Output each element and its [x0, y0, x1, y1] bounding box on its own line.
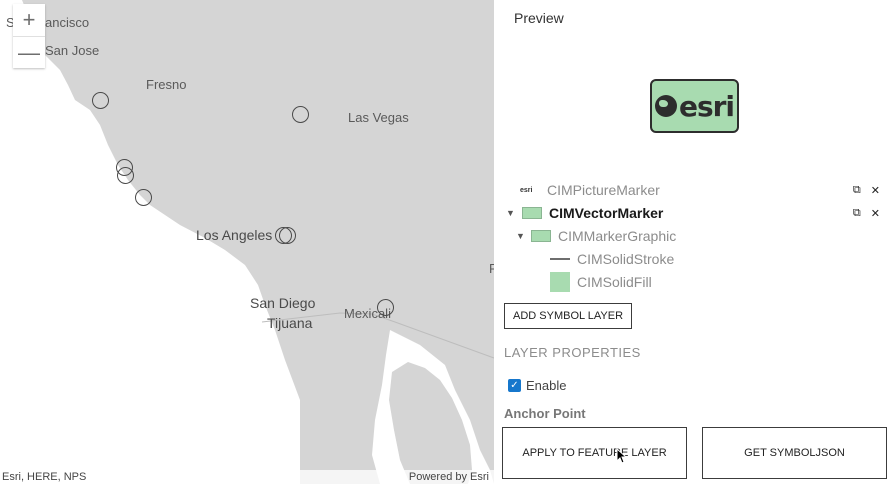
map-marker[interactable] [135, 189, 152, 206]
expand-arrow-icon[interactable]: ▼ [506, 208, 516, 218]
layer-label: CIMVectorMarker [549, 205, 664, 221]
layer-label: CIMMarkerGraphic [558, 228, 677, 244]
map-marker[interactable] [92, 92, 109, 109]
city-label-san-diego: San Diego [250, 295, 316, 311]
city-label-las-vegas: Las Vegas [348, 110, 409, 125]
anchor-point-label: Anchor Point [504, 406, 586, 421]
symbol-preview: esri [650, 79, 739, 133]
city-label-tijuana: Tijuana [267, 315, 313, 331]
layer-properties-header: LAYER PROPERTIES [504, 345, 641, 360]
city-label-fresno: Fresno [146, 77, 187, 92]
row-actions: ⧉ ✕ [853, 207, 880, 220]
layer-row-solid-fill[interactable]: CIMSolidFill [550, 271, 892, 293]
layer-label: CIMPictureMarker [547, 182, 660, 198]
green-swatch-icon [522, 207, 542, 219]
powered-by-text[interactable]: Powered by Esri [409, 471, 489, 483]
apply-to-feature-layer-button[interactable]: APPLY TO FEATURE LAYER [502, 427, 687, 479]
symbol-editor-panel: Preview esri esri CIMPictureMarker ⧉ ✕ ▼… [494, 0, 892, 484]
add-symbol-layer-button[interactable]: ADD SYMBOL LAYER [504, 303, 633, 329]
esri-thumbnail-icon: esri [520, 186, 533, 194]
get-symboljson-button[interactable]: GET SYMBOLJSON [702, 427, 887, 479]
close-icon[interactable]: ✕ [871, 184, 880, 197]
map-attribution: Esri, HERE, NPS Powered by Esri [0, 470, 498, 484]
stroke-line-icon [550, 258, 570, 260]
city-label-los-angeles: Los Angeles [196, 227, 273, 243]
preview-title: Preview [514, 10, 564, 26]
map-marker[interactable] [292, 106, 309, 123]
close-icon[interactable]: ✕ [871, 207, 880, 220]
enable-label: Enable [526, 378, 567, 393]
zoom-control: + — [13, 4, 45, 68]
green-swatch-icon [531, 230, 551, 242]
enable-checkbox-row[interactable]: ✓ Enable [508, 378, 566, 393]
layer-label: CIMSolidFill [577, 274, 652, 290]
enable-checkbox[interactable]: ✓ [508, 379, 521, 392]
zoom-out-button[interactable]: — [13, 36, 45, 68]
map-marker[interactable] [377, 299, 394, 316]
esri-logo-text: esri [678, 89, 735, 123]
mouse-cursor-icon [616, 448, 626, 464]
layer-row-marker-graphic[interactable]: ▼ CIMMarkerGraphic [516, 225, 892, 247]
layer-label: CIMSolidStroke [577, 251, 675, 267]
map-marker[interactable] [117, 167, 134, 184]
duplicate-icon[interactable]: ⧉ [853, 207, 861, 220]
layer-row-vector-marker[interactable]: ▼ CIMVectorMarker ⧉ ✕ [506, 202, 892, 224]
expand-arrow-icon[interactable]: ▼ [516, 231, 526, 241]
city-label-san-jose: San Jose [45, 43, 100, 58]
attribution-text[interactable]: Esri, HERE, NPS [2, 471, 86, 483]
layer-row-solid-stroke[interactable]: CIMSolidStroke [550, 248, 892, 270]
fill-swatch-icon [550, 272, 570, 292]
map-marker[interactable] [279, 227, 296, 244]
layer-row-picture-marker[interactable]: esri CIMPictureMarker ⧉ ✕ [520, 179, 892, 201]
row-actions: ⧉ ✕ [853, 184, 880, 197]
duplicate-icon[interactable]: ⧉ [853, 184, 861, 197]
globe-icon [654, 95, 677, 117]
zoom-in-button[interactable]: + [13, 4, 45, 36]
